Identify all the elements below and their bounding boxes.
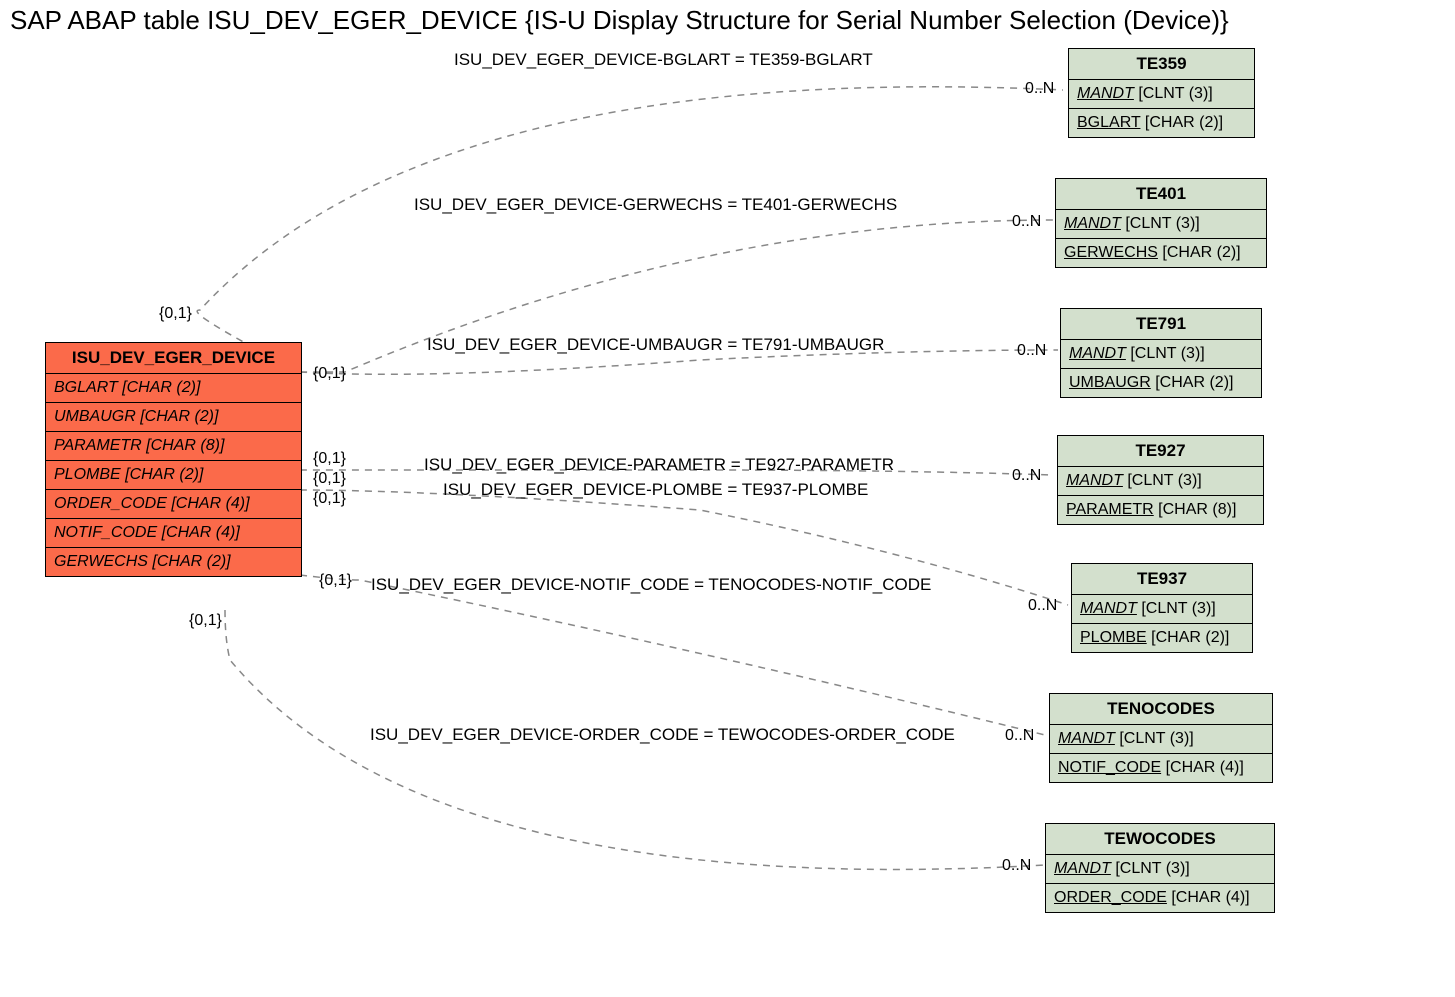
entity-field: MANDT [CLNT (3)] [1058, 467, 1263, 496]
relation-label: ISU_DEV_EGER_DEVICE-ORDER_CODE = TEWOCOD… [370, 725, 955, 745]
cardinality-source: {0,1} [319, 572, 352, 590]
cardinality-source: {0,1} [159, 305, 192, 323]
entity-main-field: UMBAUGR [CHAR (2)] [46, 403, 301, 432]
entity-field: NOTIF_CODE [CHAR (4)] [1050, 754, 1272, 782]
entity-field: BGLART [CHAR (2)] [1069, 109, 1254, 137]
entity-field: MANDT [CLNT (3)] [1046, 855, 1274, 884]
cardinality-source: {0,1} [189, 612, 222, 630]
entity-name: TE927 [1058, 436, 1263, 467]
entity-te359: TE359 MANDT [CLNT (3)] BGLART [CHAR (2)] [1068, 48, 1255, 138]
entity-main-field: ORDER_CODE [CHAR (4)] [46, 490, 301, 519]
entity-main-field: GERWECHS [CHAR (2)] [46, 548, 301, 576]
entity-field: MANDT [CLNT (3)] [1072, 595, 1252, 624]
entity-te927: TE927 MANDT [CLNT (3)] PARAMETR [CHAR (8… [1057, 435, 1264, 525]
entity-field: MANDT [CLNT (3)] [1050, 725, 1272, 754]
entity-te791: TE791 MANDT [CLNT (3)] UMBAUGR [CHAR (2)… [1060, 308, 1262, 398]
relation-label: ISU_DEV_EGER_DEVICE-NOTIF_CODE = TENOCOD… [371, 575, 931, 595]
cardinality-source: {0,1} [313, 470, 346, 488]
entity-main-field: NOTIF_CODE [CHAR (4)] [46, 519, 301, 548]
entity-field: PARAMETR [CHAR (8)] [1058, 496, 1263, 524]
entity-main-field: PLOMBE [CHAR (2)] [46, 461, 301, 490]
entity-field: MANDT [CLNT (3)] [1069, 80, 1254, 109]
entity-name: TE359 [1069, 49, 1254, 80]
entity-tenocodes: TENOCODES MANDT [CLNT (3)] NOTIF_CODE [C… [1049, 693, 1273, 783]
entity-main: ISU_DEV_EGER_DEVICE BGLART [CHAR (2)] UM… [45, 342, 302, 577]
cardinality-target: 0..N [1005, 727, 1034, 745]
cardinality-target: 0..N [1002, 857, 1031, 875]
page-title: SAP ABAP table ISU_DEV_EGER_DEVICE {IS-U… [10, 5, 1229, 36]
relation-label: ISU_DEV_EGER_DEVICE-GERWECHS = TE401-GER… [414, 195, 897, 215]
entity-field: GERWECHS [CHAR (2)] [1056, 239, 1266, 267]
entity-name: TENOCODES [1050, 694, 1272, 725]
cardinality-target: 0..N [1017, 342, 1046, 360]
entity-field: MANDT [CLNT (3)] [1056, 210, 1266, 239]
relation-label: ISU_DEV_EGER_DEVICE-UMBAUGR = TE791-UMBA… [427, 335, 884, 355]
cardinality-target: 0..N [1028, 597, 1057, 615]
entity-field: MANDT [CLNT (3)] [1061, 340, 1261, 369]
entity-name: TE791 [1061, 309, 1261, 340]
entity-name: TEWOCODES [1046, 824, 1274, 855]
relation-label: ISU_DEV_EGER_DEVICE-BGLART = TE359-BGLAR… [454, 50, 873, 70]
entity-field: PLOMBE [CHAR (2)] [1072, 624, 1252, 652]
entity-name: TE401 [1056, 179, 1266, 210]
cardinality-source: {0,1} [313, 365, 346, 383]
entity-te937: TE937 MANDT [CLNT (3)] PLOMBE [CHAR (2)] [1071, 563, 1253, 653]
entity-main-name: ISU_DEV_EGER_DEVICE [46, 343, 301, 374]
cardinality-target: 0..N [1012, 213, 1041, 231]
relation-label: ISU_DEV_EGER_DEVICE-PARAMETR = TE927-PAR… [424, 455, 894, 475]
entity-te401: TE401 MANDT [CLNT (3)] GERWECHS [CHAR (2… [1055, 178, 1267, 268]
cardinality-source: {0,1} [313, 450, 346, 468]
entity-main-field: PARAMETR [CHAR (8)] [46, 432, 301, 461]
cardinality-target: 0..N [1012, 467, 1041, 485]
relation-label: ISU_DEV_EGER_DEVICE-PLOMBE = TE937-PLOMB… [443, 480, 868, 500]
cardinality-source: {0,1} [313, 490, 346, 508]
cardinality-target: 0..N [1025, 80, 1054, 98]
entity-name: TE937 [1072, 564, 1252, 595]
entity-field: ORDER_CODE [CHAR (4)] [1046, 884, 1274, 912]
entity-tewocodes: TEWOCODES MANDT [CLNT (3)] ORDER_CODE [C… [1045, 823, 1275, 913]
entity-main-field: BGLART [CHAR (2)] [46, 374, 301, 403]
entity-field: UMBAUGR [CHAR (2)] [1061, 369, 1261, 397]
